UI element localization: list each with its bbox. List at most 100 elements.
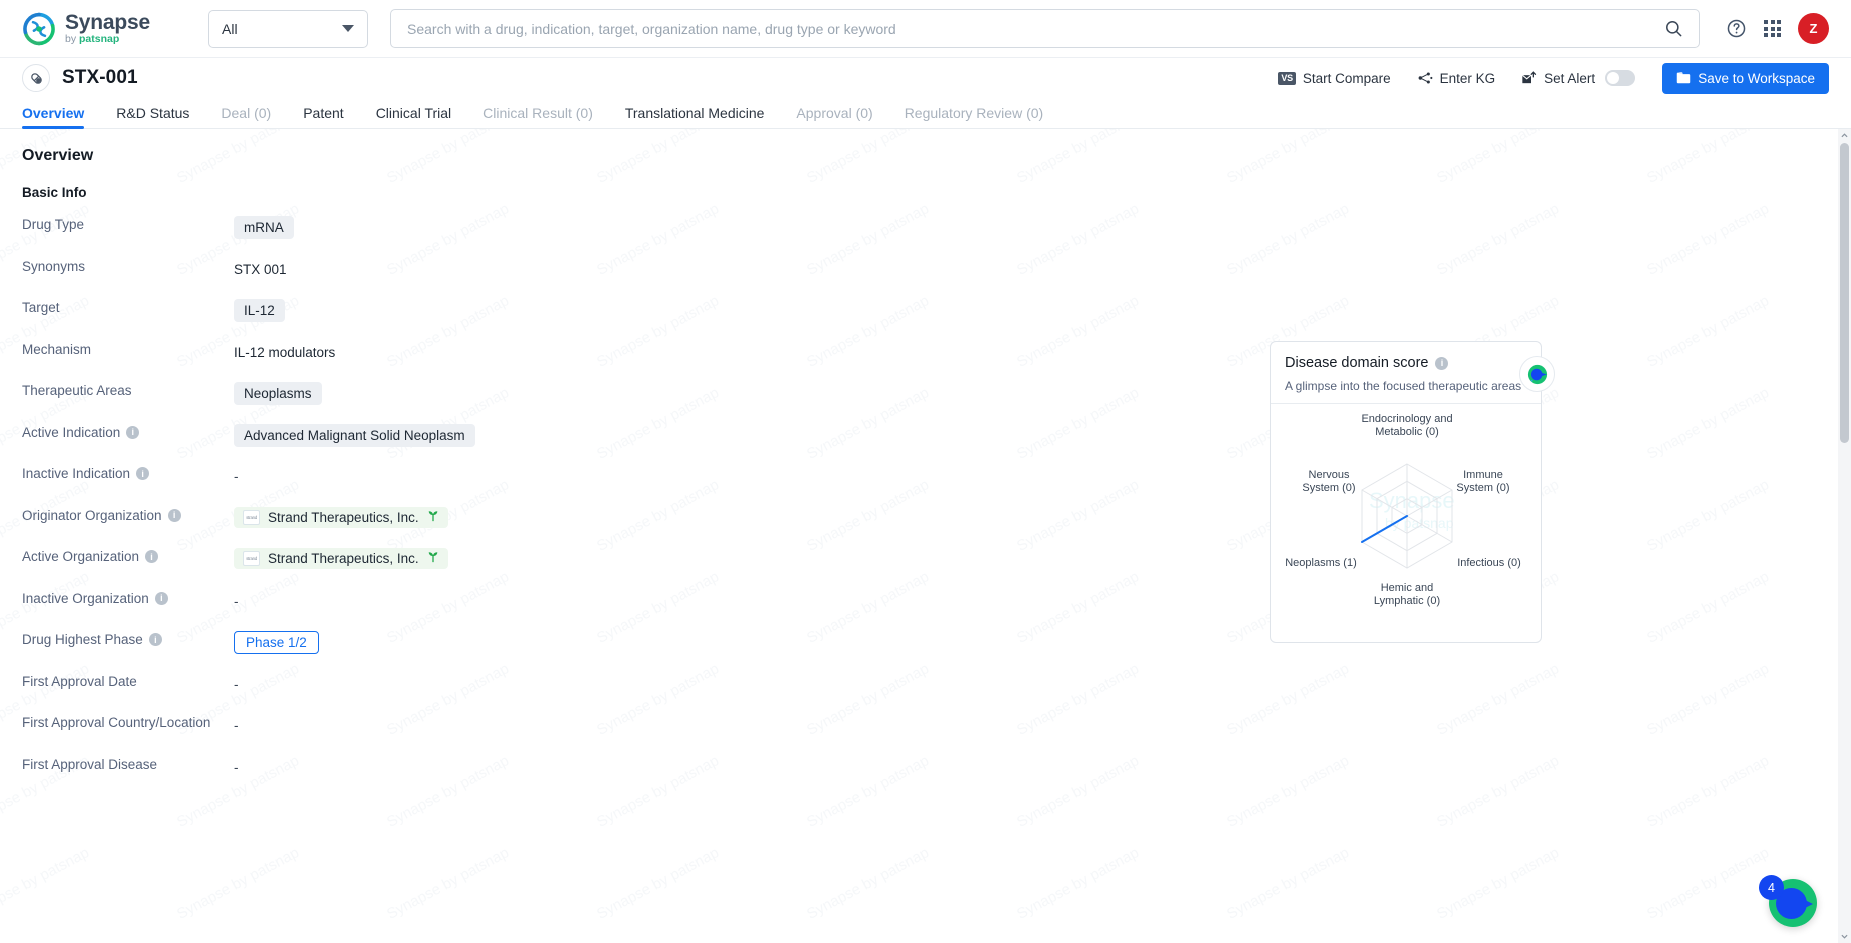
tab-patent[interactable]: Patent [287, 105, 359, 128]
info-row-value: strand Strand Therapeutics, Inc. [234, 544, 448, 569]
info-row-label: First Approval Country/Location [22, 710, 234, 730]
info-icon[interactable]: i [126, 425, 140, 439]
watermark-text: Synapse by patsnap [1013, 844, 1142, 923]
info-row: Synonyms STX 001 [22, 254, 1829, 296]
info-row-value: strand Strand Therapeutics, Inc. [234, 503, 448, 528]
tab-deal-0[interactable]: Deal (0) [205, 105, 287, 128]
value-text: IL-12 modulators [234, 344, 336, 360]
radar-axis-label: Hemic and Lymphatic (0) [1374, 582, 1440, 607]
tab-translational-medicine[interactable]: Translational Medicine [609, 105, 781, 128]
capsule-glyph [30, 72, 42, 84]
set-alert-toggle[interactable] [1605, 70, 1636, 86]
empty-value: - [234, 759, 239, 775]
organization-name: Strand Therapeutics, Inc. [268, 551, 419, 566]
info-row-label: First Approval Disease [22, 752, 234, 772]
knowledge-graph-icon [1418, 72, 1433, 84]
info-icon[interactable]: i [145, 550, 159, 563]
disease-domain-chart-body: Synapse by patsnap Endocrinology and Metabo… [1271, 403, 1541, 625]
set-alert-button[interactable]: Set Alert [1508, 70, 1648, 86]
value-chip[interactable]: mRNA [234, 216, 294, 239]
basic-info-table: Drug Type mRNA Synonyms STX 001 Target IL-12 M… [22, 212, 1829, 793]
organization-logo-text: strand [246, 556, 257, 561]
help-circle-icon [1727, 19, 1746, 38]
search-button[interactable] [1662, 19, 1685, 38]
synapse-logo[interactable]: Synapse by patsnap [22, 12, 182, 46]
radar-chart: Synapse by patsnap Endocrinology and Metabo… [1271, 404, 1541, 625]
organization-chip[interactable]: strand Strand Therapeutics, Inc. [234, 548, 448, 569]
drug-phase-badge[interactable]: Phase 1/2 [234, 631, 319, 654]
info-row-label: Active Indication i [22, 420, 234, 440]
tab-clinical-result-0[interactable]: Clinical Result (0) [467, 105, 609, 128]
folder-icon [1676, 72, 1691, 84]
info-row-value: STX 001 [234, 254, 287, 281]
user-avatar[interactable]: Z [1798, 13, 1829, 44]
search-scope-select[interactable]: All [208, 9, 368, 48]
info-icon[interactable]: i [167, 508, 181, 522]
radar-axis-label: Neoplasms (1) [1285, 557, 1357, 569]
tab-approval-0[interactable]: Approval (0) [780, 105, 888, 128]
value-text: STX 001 [234, 261, 287, 277]
info-row-value: IL-12 modulators [234, 337, 335, 364]
floating-assistant-widget[interactable]: 4 [1759, 875, 1821, 931]
empty-value: - [234, 469, 239, 484]
overview-content: Synapse by patsnap Synapse by patsnap Syna… [0, 129, 1851, 943]
info-row: Originator Organization i strand Strand The… [22, 503, 1829, 545]
info-row: First Approval Country/Location - [22, 710, 1829, 752]
value-chip[interactable]: Advanced Malignant Solid Neoplasm [234, 423, 475, 447]
enter-kg-button[interactable]: Enter KG [1404, 70, 1509, 86]
watermark-text: Synapse by patsnap [1223, 844, 1352, 923]
value-chip[interactable]: IL-12 [234, 299, 285, 322]
info-row-label-text: First Approval Date [22, 673, 137, 689]
tab-overview[interactable]: Overview [22, 105, 100, 129]
global-search-box[interactable] [390, 9, 1700, 48]
watermark-text: Synapse by patsnap [383, 844, 512, 923]
info-row-label-text: Originator Organization [22, 507, 162, 523]
info-row-label: Originator Organization i [22, 503, 234, 523]
assistant-float-button[interactable] [1519, 356, 1555, 392]
disease-domain-header: Disease domain score i A glimpse into th… [1271, 342, 1541, 403]
info-row-value: Phase 1/2 [234, 627, 319, 654]
info-icon[interactable]: i [136, 467, 150, 480]
tab-r-d-status[interactable]: R&D Status [100, 105, 205, 128]
info-row: Mechanism IL-12 modulators [22, 337, 1829, 379]
organization-chip[interactable]: strand Strand Therapeutics, Inc. [234, 506, 448, 528]
info-row-label-text: Mechanism [22, 341, 92, 357]
value-chip[interactable]: Neoplasms [234, 382, 322, 405]
assistant-icon [1527, 364, 1547, 384]
start-compare-button[interactable]: VS Start Compare [1265, 71, 1403, 86]
info-row-label-text: First Approval Country/Location [22, 715, 211, 730]
info-icon[interactable]: i [154, 591, 168, 605]
detail-tabs: Overview R&D Status Deal (0) Patent Clinical… [0, 98, 1851, 129]
tab-regulatory-review-0[interactable]: Regulatory Review (0) [889, 105, 1060, 128]
info-row-label-text: Inactive Indication [22, 466, 131, 481]
apps-button[interactable] [1764, 20, 1781, 37]
apps-grid-icon [1764, 20, 1781, 37]
help-button[interactable] [1726, 18, 1747, 39]
info-row-value: Advanced Malignant Solid Neoplasm [234, 420, 475, 447]
scroll-up-arrow[interactable] [1838, 129, 1851, 142]
tab-clinical-trial[interactable]: Clinical Trial [360, 105, 467, 128]
scroll-down-arrow[interactable] [1838, 930, 1851, 943]
radar-axis-label: Infectious (0) [1457, 557, 1521, 569]
disease-domain-subtitle: A glimpse into the focused therapeutic a… [1285, 379, 1522, 393]
top-header-bar: Synapse by patsnap All Search with a dru… [0, 0, 1851, 58]
empty-value: - [234, 593, 239, 609]
info-row: First Approval Date - [22, 669, 1829, 711]
info-row-value: Neoplasms [234, 378, 322, 405]
chevron-down-icon [342, 25, 354, 32]
chart-watermark: Synapseby patsnap [1369, 488, 1455, 531]
alert-bell-icon [1522, 70, 1537, 83]
info-icon[interactable]: i [148, 633, 162, 646]
scroll-thumb[interactable] [1840, 143, 1849, 443]
info-row-label-text: Drug Type [22, 217, 85, 232]
info-row-label-text: Active Organization [22, 549, 140, 564]
save-to-workspace-button[interactable]: Save to Workspace [1662, 62, 1829, 94]
info-icon[interactable]: i [1435, 356, 1449, 370]
info-row-value: - [234, 586, 239, 613]
watermark-text: Synapse by patsnap [0, 844, 92, 923]
search-icon [1666, 21, 1682, 37]
search-input[interactable] [407, 20, 1662, 37]
basic-info-heading: Basic Info [22, 185, 87, 200]
info-row: Target IL-12 [22, 295, 1829, 337]
page-scrollbar[interactable] [1838, 129, 1851, 943]
